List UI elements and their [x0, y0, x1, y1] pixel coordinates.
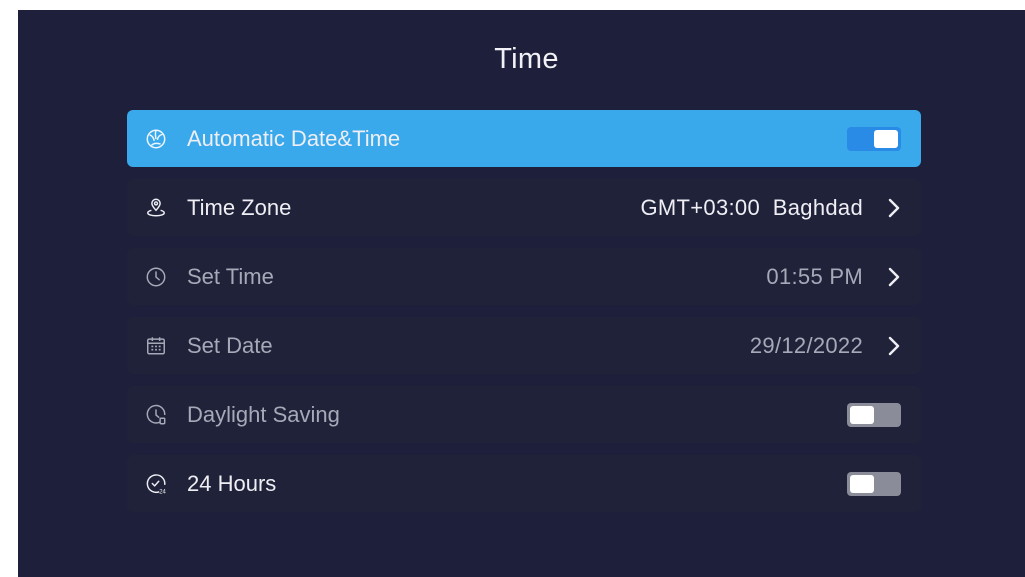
setting-set-date[interactable]: Set Date 29/12/2022: [127, 317, 921, 374]
24-hours-toggle[interactable]: [847, 471, 901, 496]
setting-label: 24 Hours: [187, 470, 277, 496]
toggle-knob: [850, 405, 874, 424]
setting-label: Set Date: [187, 332, 273, 358]
setting-daylight-saving[interactable]: Daylight Saving: [127, 386, 921, 443]
globe-icon: [145, 128, 167, 150]
setting-label: Set Time: [187, 263, 274, 289]
time-zone-value: GMT+03:00 Baghdad: [640, 194, 863, 220]
calendar-icon: [145, 335, 167, 357]
set-time-value: 01:55 PM: [766, 263, 863, 289]
setting-label: Automatic Date&Time: [187, 125, 401, 151]
automatic-date-time-toggle[interactable]: [847, 126, 901, 151]
svg-text:24: 24: [159, 489, 166, 494]
chevron-right-icon: [885, 197, 903, 219]
clock-icon: [145, 266, 167, 288]
setting-label: Daylight Saving: [187, 401, 340, 427]
chevron-right-icon: [885, 335, 903, 357]
clock-24-icon: 24: [145, 473, 167, 495]
settings-list: Automatic Date&Time Time Zone GMT+03:00 …: [127, 110, 921, 524]
daylight-clock-icon: [145, 404, 167, 426]
location-pin-icon: [145, 197, 167, 219]
tv-screen: Time Automatic Date&Time Time Zone GMT+0…: [18, 10, 1025, 577]
setting-24-hours[interactable]: 24 24 Hours: [127, 455, 921, 512]
daylight-saving-toggle[interactable]: [847, 402, 901, 427]
page-title: Time: [494, 43, 559, 75]
toggle-knob: [850, 474, 874, 493]
toggle-knob: [874, 129, 898, 148]
setting-label: Time Zone: [187, 194, 292, 220]
setting-time-zone[interactable]: Time Zone GMT+03:00 Baghdad: [127, 179, 921, 236]
setting-set-time[interactable]: Set Time 01:55 PM: [127, 248, 921, 305]
setting-automatic-date-time[interactable]: Automatic Date&Time: [127, 110, 921, 167]
chevron-right-icon: [885, 266, 903, 288]
set-date-value: 29/12/2022: [749, 332, 863, 358]
